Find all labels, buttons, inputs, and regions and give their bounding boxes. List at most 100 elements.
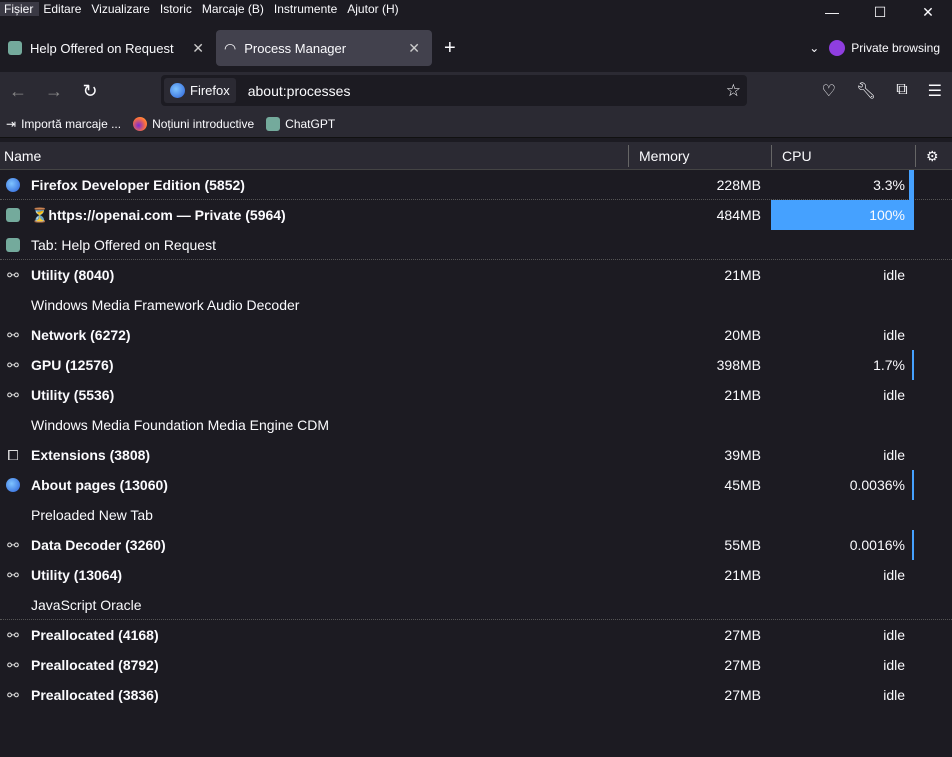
process-cpu: 1.7% <box>771 350 914 380</box>
cpu-value: idle <box>883 627 905 643</box>
gear-icon[interactable]: ⚙ <box>926 146 939 166</box>
process-cpu: idle <box>771 380 914 410</box>
chatgpt-icon <box>5 235 21 255</box>
firefox-icon <box>170 83 185 98</box>
minimize-button[interactable]: — <box>808 0 856 24</box>
table-row[interactable]: ⚯ Preallocated (4168) 27MB idle <box>0 620 952 650</box>
table-row[interactable]: Preloaded New Tab <box>0 500 952 530</box>
bookmarks-toolbar: ⇥ Importă marcaje ... Noțiuni introductiv… <box>0 110 952 138</box>
process-cpu <box>771 500 914 530</box>
process-name: Utility (8040) <box>31 267 115 283</box>
menu-file[interactable]: Fișier <box>0 2 40 16</box>
process-memory: 484MB <box>716 207 761 223</box>
column-memory[interactable]: Memory <box>639 146 690 166</box>
cpu-value: 100% <box>869 207 905 223</box>
menu-history[interactable]: Istoric <box>156 2 198 16</box>
process-memory: 21MB <box>724 267 761 283</box>
cpu-value: idle <box>883 657 905 673</box>
process-memory: 20MB <box>724 327 761 343</box>
close-tab-icon[interactable]: ✕ <box>408 40 420 57</box>
table-row[interactable]: Windows Media Foundation Media Engine CD… <box>0 410 952 440</box>
menu-tools[interactable]: Instrumente <box>270 2 343 16</box>
menu-bookmarks[interactable]: Marcaje (B) <box>198 2 270 16</box>
table-row[interactable]: ⚯ Preallocated (8792) 27MB idle <box>0 650 952 680</box>
table-row[interactable]: Firefox Developer Edition (5852) 228MB 3.3… <box>0 169 952 200</box>
url-bar[interactable]: Firefox about:processes ☆ <box>161 75 747 106</box>
import-icon: ⇥ <box>6 116 17 131</box>
bookmark-import[interactable]: ⇥ Importă marcaje ... <box>6 117 121 131</box>
process-cpu <box>771 410 914 440</box>
column-divider[interactable] <box>771 145 772 167</box>
plugin-icon: ⚯ <box>7 536 19 553</box>
tab-help-offered[interactable]: Help Offered on Request ✕ <box>0 30 216 66</box>
bookmark-chatgpt[interactable]: ChatGPT <box>266 116 335 131</box>
nav-toolbar: ← → ↻ Firefox about:processes ☆ ♡ 🔧︎ ⧉ ☰ <box>0 72 952 110</box>
table-row[interactable]: ⚯ GPU (12576) 398MB 1.7% <box>0 350 952 380</box>
menu-edit[interactable]: Editare <box>39 2 87 16</box>
process-memory: 27MB <box>724 657 761 673</box>
table-row[interactable]: JavaScript Oracle <box>0 590 952 620</box>
table-row[interactable]: ⚯ Utility (5536) 21MB idle <box>0 380 952 410</box>
process-name: Extensions (3808) <box>31 447 151 463</box>
table-row[interactable]: ⏳https://openai.com — Private (5964) 484M… <box>0 200 952 230</box>
plugin-icon: ⚯ <box>7 326 19 343</box>
process-name: Preallocated (3836) <box>31 687 159 703</box>
pocket-icon[interactable]: ♡ <box>822 81 836 101</box>
process-name: Utility (5536) <box>31 387 115 403</box>
process-memory: 39MB <box>724 447 761 463</box>
bookmark-getting-started[interactable]: Noțiuni introductive <box>133 116 254 131</box>
process-name: Preallocated (8792) <box>31 657 159 673</box>
process-name: Preallocated (4168) <box>31 627 159 643</box>
new-tab-button[interactable]: + <box>444 37 456 60</box>
firefox-icon <box>5 475 21 495</box>
private-browsing-icon <box>829 40 846 56</box>
table-row[interactable]: ⚯ Utility (13064) 21MB idle <box>0 560 952 590</box>
url-input[interactable]: about:processes <box>248 83 351 99</box>
table-row[interactable]: ⚯ Data Decoder (3260) 55MB 0.0016% <box>0 530 952 560</box>
back-button[interactable]: ← <box>0 81 36 102</box>
cpu-value: idle <box>883 267 905 283</box>
cpu-value: idle <box>883 387 905 403</box>
table-row[interactable]: ⚯ Utility (8040) 21MB idle <box>0 260 952 290</box>
process-name: Data Decoder (3260) <box>31 537 166 553</box>
table-row[interactable]: Tab: Help Offered on Request <box>0 230 952 260</box>
tab-process-manager[interactable]: ◠ Process Manager ✕ <box>216 30 432 66</box>
process-name: Firefox Developer Edition (5852) <box>31 176 245 193</box>
column-name[interactable]: Name <box>4 146 41 166</box>
menu-help[interactable]: Ajutor (H) <box>343 2 404 16</box>
cpu-bar <box>912 470 914 500</box>
table-row[interactable]: ⧠ Extensions (3808) 39MB idle <box>0 440 952 470</box>
wrench-icon[interactable]: 🔧︎ <box>856 81 876 101</box>
close-tab-icon[interactable]: ✕ <box>192 40 204 57</box>
table-row[interactable]: Windows Media Framework Audio Decoder <box>0 290 952 320</box>
cpu-value: idle <box>883 447 905 463</box>
maximize-button[interactable]: ☐ <box>856 0 904 24</box>
table-header: Name Memory CPU ⚙ <box>0 142 952 170</box>
column-cpu[interactable]: CPU <box>782 146 812 166</box>
process-name: Network (6272) <box>31 327 131 343</box>
extensions-icon[interactable]: ⧉ <box>896 81 907 101</box>
cpu-value: idle <box>883 687 905 703</box>
column-divider[interactable] <box>628 145 629 167</box>
menu-icon[interactable]: ☰ <box>928 81 942 101</box>
table-row[interactable]: About pages (13060) 45MB 0.0036% <box>0 470 952 500</box>
menu-view[interactable]: Vizualizare <box>87 2 155 16</box>
process-cpu <box>771 230 914 260</box>
cpu-bar <box>912 350 914 380</box>
chatgpt-icon <box>5 205 21 225</box>
column-divider[interactable] <box>915 145 916 167</box>
bookmark-star-icon[interactable]: ☆ <box>726 81 741 101</box>
process-memory: 398MB <box>716 357 761 373</box>
list-all-tabs-icon[interactable]: ⌄ <box>809 41 819 55</box>
cpu-value: idle <box>883 567 905 583</box>
close-window-button[interactable]: ✕ <box>904 0 952 24</box>
reload-button[interactable]: ↻ <box>72 81 108 102</box>
process-cpu: 100% <box>771 200 914 230</box>
forward-button[interactable]: → <box>36 81 72 102</box>
table-row[interactable]: ⚯ Network (6272) 20MB idle <box>0 320 952 350</box>
plugin-icon: ⚯ <box>7 566 19 583</box>
firefox-icon <box>5 175 21 195</box>
table-row[interactable]: ⚯ Preallocated (3836) 27MB idle <box>0 680 952 710</box>
identity-box[interactable]: Firefox <box>164 78 236 103</box>
process-cpu: 0.0036% <box>771 470 914 500</box>
